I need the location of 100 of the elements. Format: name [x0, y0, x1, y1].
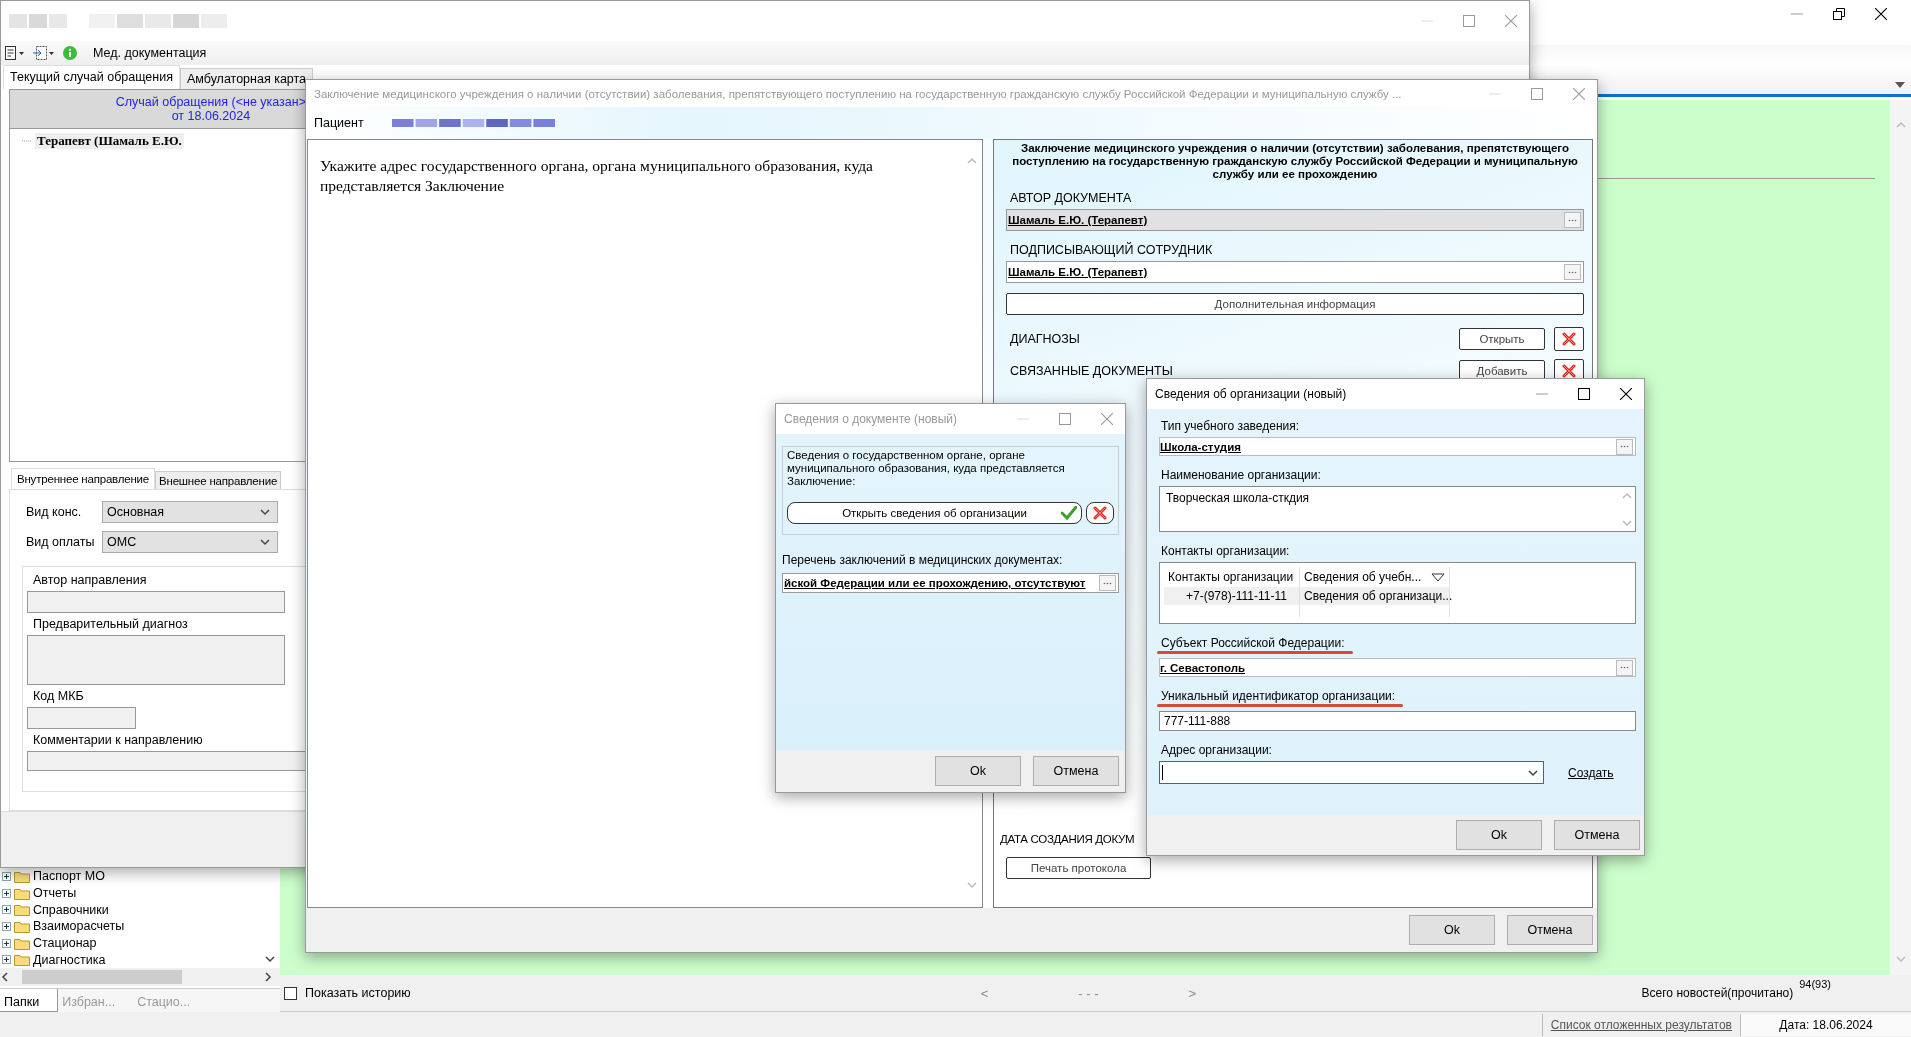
- case-date: от 18.06.2024: [171, 109, 251, 123]
- folder-item[interactable]: Взаиморасчеты: [33, 919, 125, 934]
- delete-button[interactable]: [1554, 327, 1584, 351]
- ellipsis-button[interactable]: [1616, 438, 1633, 455]
- ellipsis-button[interactable]: [1564, 264, 1581, 280]
- table-cell: Сведения об организаци...: [1300, 587, 1450, 605]
- field-label: Перечень заключений в медицинских документах:: [782, 553, 1064, 567]
- filter-icon[interactable]: [1431, 572, 1445, 582]
- dots-icon: [1568, 218, 1577, 222]
- maximize-icon[interactable]: [1578, 388, 1590, 400]
- expand-icon[interactable]: [2, 921, 11, 931]
- info-icon[interactable]: [63, 46, 77, 60]
- patient-label: Пациент: [314, 116, 364, 130]
- scrollbar-thumb[interactable]: [22, 969, 182, 984]
- folder-item[interactable]: Паспорт МО: [33, 869, 105, 884]
- news-count: 94(93): [1799, 978, 1831, 990]
- ellipsis-button[interactable]: [1099, 575, 1116, 591]
- combo-field[interactable]: [1159, 761, 1544, 784]
- panel-heading: Заключение медицинского учреждения о наличии (отсутствии) заболевания, препятствующего поступлению на государственную гражданскую службу Российской Федерации и муниципальную службу или ее прохождению: [1011, 142, 1579, 181]
- ellipsis-button[interactable]: [1616, 659, 1633, 676]
- field-label: Автор направления: [32, 573, 148, 587]
- folder-item[interactable]: Отчеты: [33, 886, 77, 900]
- dropdown-icon[interactable]: [259, 506, 271, 518]
- input-field[interactable]: 777-111-888: [1159, 711, 1636, 731]
- group-text: Сведения о государственном органе, органе муниципального образования, куда представляется Заключение:: [787, 449, 1066, 488]
- expand-icon[interactable]: [2, 905, 11, 915]
- expand-icon[interactable]: [2, 955, 11, 965]
- lookup-field[interactable]: г. Севастополь: [1159, 658, 1636, 677]
- dialog-button[interactable]: Отмена: [1507, 915, 1593, 945]
- folder-icon: [14, 903, 30, 917]
- table-cell: +7-(978)-111-11-11: [1164, 587, 1300, 605]
- checkbox-label[interactable]: Показать историю: [305, 986, 411, 1000]
- lookup-field[interactable]: йской Федерации или ее прохождению, отсутствуют: [782, 573, 1119, 593]
- text-area[interactable]: Творческая школа-сткдия: [1159, 486, 1636, 532]
- status-date: Дата: 18.06.2024: [1741, 1013, 1911, 1036]
- input-field[interactable]: [27, 591, 285, 613]
- field-label: Вид конс.: [26, 505, 83, 519]
- lookup-field[interactable]: Шамаль Е.Ю. (Терапевт): [1006, 261, 1584, 283]
- page-indicator: - - -: [1078, 985, 1099, 1001]
- document-icon[interactable]: [5, 46, 25, 60]
- select-field[interactable]: Основная: [102, 501, 278, 523]
- field-label: Контакты организации:: [1161, 544, 1290, 558]
- folder-item[interactable]: Справочники: [33, 902, 109, 917]
- field-label: Код МКБ: [32, 689, 85, 703]
- field-label: Предварительный диагноз: [32, 617, 189, 631]
- delete-icon: [1562, 332, 1576, 346]
- delete-icon: [1562, 364, 1576, 378]
- expand-icon[interactable]: [2, 888, 11, 898]
- import-icon[interactable]: [33, 46, 55, 60]
- tab[interactable]: Папки: [0, 988, 59, 1012]
- dialog-button[interactable]: Отмена: [1033, 756, 1119, 786]
- document-text: Укажите адрес государственного органа, органа муниципального образования, куда представляется Заключение: [320, 156, 874, 196]
- dropdown-icon[interactable]: [1895, 82, 1905, 88]
- expand-icon[interactable]: [2, 938, 11, 948]
- field-label: Адрес организации:: [1161, 743, 1272, 757]
- restore-icon[interactable]: [1833, 8, 1845, 20]
- print-button[interactable]: Печать протокола: [1006, 857, 1151, 879]
- toolbar-label[interactable]: Мед. документация: [93, 46, 207, 60]
- lookup-field[interactable]: Школа-студия: [1159, 437, 1636, 456]
- dialog-button[interactable]: Ok: [1409, 915, 1495, 945]
- dots-icon: [1620, 666, 1629, 669]
- dropdown-icon[interactable]: [259, 536, 271, 548]
- window-title: Сведения об организации (новый): [1155, 387, 1348, 401]
- tree-connector-icon: [22, 140, 32, 142]
- scroll-right-icon[interactable]: [262, 970, 274, 983]
- input-field[interactable]: [27, 635, 285, 685]
- dialog-button[interactable]: Ok: [1456, 820, 1542, 850]
- expand-icon[interactable]: [2, 871, 11, 881]
- field-label: АВТОР ДОКУМЕНТА: [1010, 191, 1133, 205]
- dialog-button[interactable]: Отмена: [1554, 820, 1640, 850]
- select-field[interactable]: ОМС: [102, 531, 278, 553]
- field-label: ПОДПИСЫВАЮЩИЙ СОТРУДНИК: [1010, 243, 1214, 257]
- field-label: ДАТА СОЗДАНИЯ ДОКУМ: [1000, 833, 1135, 845]
- dots-icon: [1620, 445, 1629, 448]
- field-label: Комментарии к направлению: [32, 733, 204, 747]
- field-label: Уникальный идентификатор организации:: [1161, 689, 1396, 703]
- close-icon[interactable]: [1875, 8, 1887, 20]
- close-icon[interactable]: [1620, 388, 1632, 400]
- info-button[interactable]: Дополнительная информация: [1006, 293, 1584, 315]
- tree-item[interactable]: Терапевт (Шамаль Е.Ю.: [35, 133, 184, 149]
- input-field[interactable]: [27, 707, 136, 729]
- window-title: Заключение медицинского учреждения о наличии (отсутствии) заболевания, препятствующего поступлению на государственную гражданскую службу Российской Федерации и муниципальную службу ...: [314, 87, 1403, 100]
- tab[interactable]: Внутреннее направление: [11, 468, 155, 490]
- dialog-button[interactable]: Ok: [935, 756, 1021, 786]
- tab[interactable]: Текущий случай обращения: [3, 65, 180, 89]
- checkbox[interactable]: [284, 986, 297, 1000]
- field-label: Наименование организации:: [1161, 468, 1321, 482]
- delete-button[interactable]: [1086, 502, 1114, 524]
- dots-icon: [1103, 581, 1112, 585]
- field-label: Вид оплаты: [26, 535, 96, 549]
- open-button[interactable]: Открыть сведения об организации: [787, 502, 1082, 524]
- dots-icon: [1568, 270, 1577, 274]
- delete-icon: [1093, 506, 1107, 520]
- tab[interactable]: Амбулаторная карта: [179, 68, 314, 89]
- scroll-down-icon[interactable]: [264, 953, 276, 965]
- section-button[interactable]: Открыть: [1459, 328, 1545, 350]
- redacted-title: [9, 14, 69, 28]
- folder-item[interactable]: Диагностика: [33, 952, 106, 967]
- create-link[interactable]: Создать: [1568, 765, 1614, 780]
- folder-item[interactable]: Стационар: [33, 936, 97, 950]
